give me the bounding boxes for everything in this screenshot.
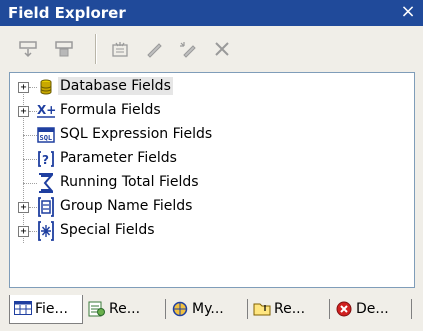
- tree-item-special-fields[interactable]: + Special Fields: [10, 219, 410, 243]
- tree-item-label: Database Fields: [58, 77, 173, 95]
- insert-to-report-button[interactable]: [16, 38, 40, 60]
- new-field-icon: [112, 42, 128, 57]
- tree-item-formula-fields[interactable]: + X+1 Formula Fields: [10, 99, 410, 123]
- field-explorer-window: Field Explorer × + Database Fields + X+ …: [0, 0, 423, 331]
- formula-icon: X+1: [36, 101, 56, 121]
- new-field-button[interactable]: [108, 38, 132, 60]
- svg-text:?: ?: [42, 153, 49, 167]
- tree-item-sql-expression-fields[interactable]: SQL SQL Expression Fields: [10, 123, 410, 147]
- tree-item-label: SQL Expression Fields: [60, 126, 213, 142]
- explorer-tabs: Fie... Re... My... Re... De...: [0, 291, 423, 331]
- tab-dependency-checker[interactable]: De...: [331, 295, 409, 323]
- tab-repository-explorer[interactable]: My...: [167, 295, 245, 323]
- tree-item-running-total-fields[interactable]: Running Total Fields: [10, 171, 410, 195]
- insert-to-report-icon: [19, 41, 37, 58]
- expand-toggle[interactable]: +: [18, 106, 29, 117]
- tab-separator: [329, 299, 330, 319]
- sigma-icon: [36, 173, 56, 193]
- report-explorer-tab-icon: [88, 301, 106, 317]
- tree-branch: [23, 183, 37, 184]
- repository-tab-icon: [171, 301, 189, 317]
- tab-report-explorer[interactable]: Re...: [84, 295, 162, 323]
- tab-label: Re...: [109, 301, 141, 317]
- window-title: Field Explorer: [8, 4, 126, 22]
- toolbar-separator: [95, 34, 97, 64]
- tree-item-database-fields[interactable]: + Database Fields: [10, 75, 410, 99]
- tree-item-parameter-fields[interactable]: ? Parameter Fields: [10, 147, 410, 171]
- tree-item-group-name-fields[interactable]: + Group Name Fields: [10, 195, 410, 219]
- tab-separator: [411, 299, 412, 319]
- tab-label: My...: [192, 301, 224, 317]
- tab-report-folder[interactable]: Re...: [249, 295, 327, 323]
- special-fields-icon: [36, 221, 56, 241]
- database-icon: [36, 77, 56, 97]
- dependency-checker-tab-icon: [335, 301, 353, 317]
- tree-item-label: Running Total Fields: [60, 174, 199, 190]
- expand-toggle[interactable]: +: [18, 202, 29, 213]
- tab-label: Fie...: [35, 301, 68, 317]
- rename-icon: [180, 42, 196, 58]
- delete-button[interactable]: [210, 38, 234, 60]
- group-name-icon: [36, 197, 56, 217]
- tree-item-label: Formula Fields: [60, 102, 161, 118]
- tree-branch: [23, 159, 37, 160]
- tab-separator: [165, 299, 166, 319]
- expand-toggle[interactable]: +: [18, 82, 29, 93]
- field-explorer-tab-icon: [14, 301, 32, 317]
- tab-field-explorer[interactable]: Fie...: [9, 295, 83, 324]
- svg-text:X+1: X+1: [37, 103, 56, 117]
- field-tree[interactable]: + Database Fields + X+1 Formula Fi: [9, 72, 415, 288]
- edit-pencil-icon: [147, 43, 162, 58]
- edit-button[interactable]: [142, 38, 166, 60]
- tab-separator: [82, 299, 83, 319]
- tab-label: Re...: [274, 301, 306, 317]
- close-button[interactable]: ×: [399, 2, 417, 22]
- sql-expression-icon: SQL: [36, 125, 56, 145]
- tree-item-label: Group Name Fields: [60, 198, 193, 214]
- parameter-icon: ?: [36, 149, 56, 169]
- report-folder-tab-icon: [253, 301, 271, 317]
- tree-item-label: Special Fields: [60, 222, 155, 238]
- rename-button[interactable]: [176, 38, 200, 60]
- tab-label: De...: [356, 301, 389, 317]
- browse-data-icon: [55, 41, 73, 57]
- title-bar[interactable]: Field Explorer ×: [0, 0, 423, 26]
- tree-item-label: Parameter Fields: [60, 150, 177, 166]
- browse-data-button[interactable]: [52, 38, 76, 60]
- toolbar: [0, 26, 423, 72]
- delete-x-icon: [215, 42, 229, 56]
- expand-toggle[interactable]: +: [18, 226, 29, 237]
- tree-branch: [23, 135, 37, 136]
- tab-separator: [247, 299, 248, 319]
- svg-text:SQL: SQL: [40, 134, 53, 142]
